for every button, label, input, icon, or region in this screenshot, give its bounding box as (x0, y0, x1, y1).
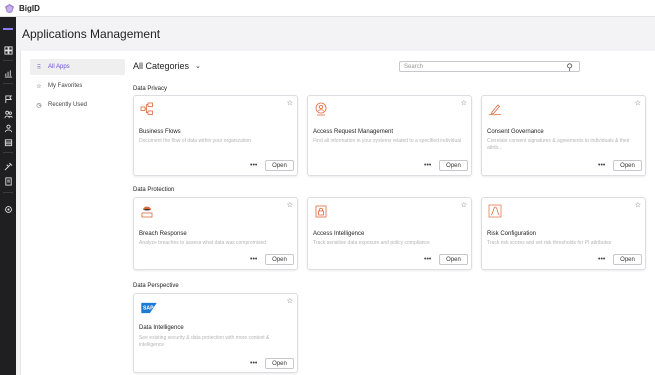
flow-diagram-icon (140, 102, 153, 115)
search-placeholder: Search (404, 63, 424, 70)
chevron-down-icon: ⌄ (195, 63, 201, 70)
app-card-business-flows[interactable]: ☆ Business Flows Document the flow of da… (133, 95, 298, 176)
sidebar-divider (3, 152, 13, 153)
section-title-data-privacy: Data Privacy (133, 86, 168, 92)
more-options-icon[interactable]: ••• (598, 162, 605, 169)
bigid-logo-icon (4, 3, 15, 13)
sidebar-item-people[interactable] (3, 123, 13, 133)
document-icon (4, 176, 12, 186)
favorite-star-icon[interactable]: ☆ (287, 201, 293, 209)
card-title: Business Flows (139, 129, 181, 135)
card-description: Find all information in your systems rel… (313, 138, 462, 144)
nav-my-favorites[interactable]: ☆ My Favorites (30, 78, 125, 94)
sidebar-item-policies[interactable] (3, 109, 13, 119)
app-card-breach-response[interactable]: ☆ Breach Response Analyze breaches to as… (133, 197, 298, 270)
open-button[interactable]: Open (265, 160, 294, 171)
sidebar-item-settings[interactable] (3, 204, 13, 214)
risk-curve-icon (488, 204, 502, 218)
card-description: Track risk scores and set risk threshold… (487, 240, 612, 246)
search-input[interactable]: Search ⚲ (399, 61, 580, 72)
sidebar-item-dashboard[interactable] (3, 45, 13, 55)
more-options-icon[interactable]: ••• (250, 256, 257, 263)
sidebar-item-reports[interactable] (3, 68, 13, 78)
apps-filter-nav: ⠿ All Apps ☆ My Favorites ◷ Recently Use… (30, 59, 125, 116)
person-icon (4, 124, 12, 132)
favorite-star-icon[interactable]: ☆ (287, 297, 293, 305)
users-icon (3, 110, 13, 118)
brand-name: BigID (19, 3, 40, 13)
more-options-icon[interactable]: ••• (424, 162, 431, 169)
app-card-data-intelligence[interactable]: SAP ☆ Data Intelligence See existing sec… (133, 293, 298, 373)
id-search-icon (315, 102, 327, 116)
favorite-star-icon[interactable]: ☆ (635, 99, 641, 107)
flag-icon (4, 94, 12, 103)
section-title-data-protection: Data Protection (133, 187, 175, 193)
app-card-access-request-management[interactable]: ☆ Access Request Management Find all inf… (307, 95, 472, 176)
card-title: Risk Configuration (487, 231, 537, 237)
open-button[interactable]: Open (613, 160, 642, 171)
more-options-icon[interactable]: ••• (250, 360, 257, 367)
sidebar-divider (3, 60, 13, 61)
dashboard-icon (3, 45, 13, 55)
svg-text:SAP: SAP (143, 306, 154, 312)
star-icon: ☆ (36, 83, 42, 90)
sidebar (0, 17, 16, 375)
nav-recently-used[interactable]: ◷ Recently Used (30, 97, 125, 113)
card-title: Consent Governance (487, 129, 544, 135)
sidebar-active-indicator (3, 28, 13, 30)
open-button[interactable]: Open (265, 254, 294, 265)
open-button[interactable]: Open (439, 254, 468, 265)
gear-icon (4, 205, 12, 213)
card-title: Access Intelligence (313, 231, 365, 237)
search-icon[interactable]: ⚲ (566, 62, 573, 73)
more-options-icon[interactable]: ••• (424, 256, 431, 263)
sidebar-item-applications[interactable] (3, 161, 13, 171)
card-description: See existing security & data protection … (139, 335, 270, 348)
shield-lock-icon (315, 205, 327, 218)
app-card-consent-governance[interactable]: ☆ Consent Governance Correlate consent s… (481, 95, 646, 176)
apps-icon (4, 162, 12, 170)
more-options-icon[interactable]: ••• (250, 162, 257, 169)
sidebar-divider (3, 83, 13, 84)
card-title: Breach Response (139, 231, 187, 237)
nav-all-apps[interactable]: ⠿ All Apps (30, 59, 125, 75)
page-header: Applications Management (16, 17, 655, 51)
sidebar-divider (3, 192, 13, 193)
favorite-star-icon[interactable]: ☆ (461, 99, 467, 107)
page-title: Applications Management (22, 27, 161, 41)
favorite-star-icon[interactable]: ☆ (287, 99, 293, 107)
open-button[interactable]: Open (439, 160, 468, 171)
sidebar-item-documents[interactable] (3, 176, 13, 186)
open-button[interactable]: Open (613, 254, 642, 265)
database-icon (4, 138, 12, 146)
nav-all-apps-label: All Apps (48, 64, 70, 70)
signature-pen-icon (488, 104, 501, 116)
card-description: Analyze breaches to assess what data was… (139, 240, 267, 246)
card-description: Document the flow of data within your or… (139, 138, 252, 144)
card-description: Track sensitive data exposure and policy… (313, 240, 430, 246)
app-card-access-intelligence[interactable]: ☆ Access Intelligence Track sensitive da… (307, 197, 472, 270)
nav-recently-used-label: Recently Used (48, 102, 88, 108)
favorite-star-icon[interactable]: ☆ (635, 201, 641, 209)
bar-chart-icon (4, 69, 12, 78)
more-options-icon[interactable]: ••• (598, 256, 605, 263)
section-title-data-perspective: Data Perspective (133, 283, 179, 289)
nav-my-favorites-label: My Favorites (48, 83, 83, 89)
sidebar-item-catalog[interactable] (3, 137, 13, 147)
open-button[interactable]: Open (265, 358, 294, 369)
card-title: Data Intelligence (139, 325, 184, 331)
clock-icon: ◷ (36, 102, 42, 109)
sap-logo-icon: SAP (141, 302, 157, 314)
card-title: Access Request Management (313, 129, 394, 135)
sidebar-item-inventory[interactable] (3, 94, 13, 104)
grid-icon: ⠿ (36, 64, 42, 71)
hacker-icon (141, 206, 153, 218)
category-dropdown-value: All Categories (133, 61, 190, 71)
card-description: Correlate consent signatures & agreement… (487, 138, 630, 151)
category-dropdown[interactable]: All Categories ⌄ (133, 61, 201, 71)
app-card-risk-configuration[interactable]: ☆ Risk Configuration Track risk scores a… (481, 197, 646, 270)
favorite-star-icon[interactable]: ☆ (461, 201, 467, 209)
top-bar: BigID (0, 0, 655, 17)
